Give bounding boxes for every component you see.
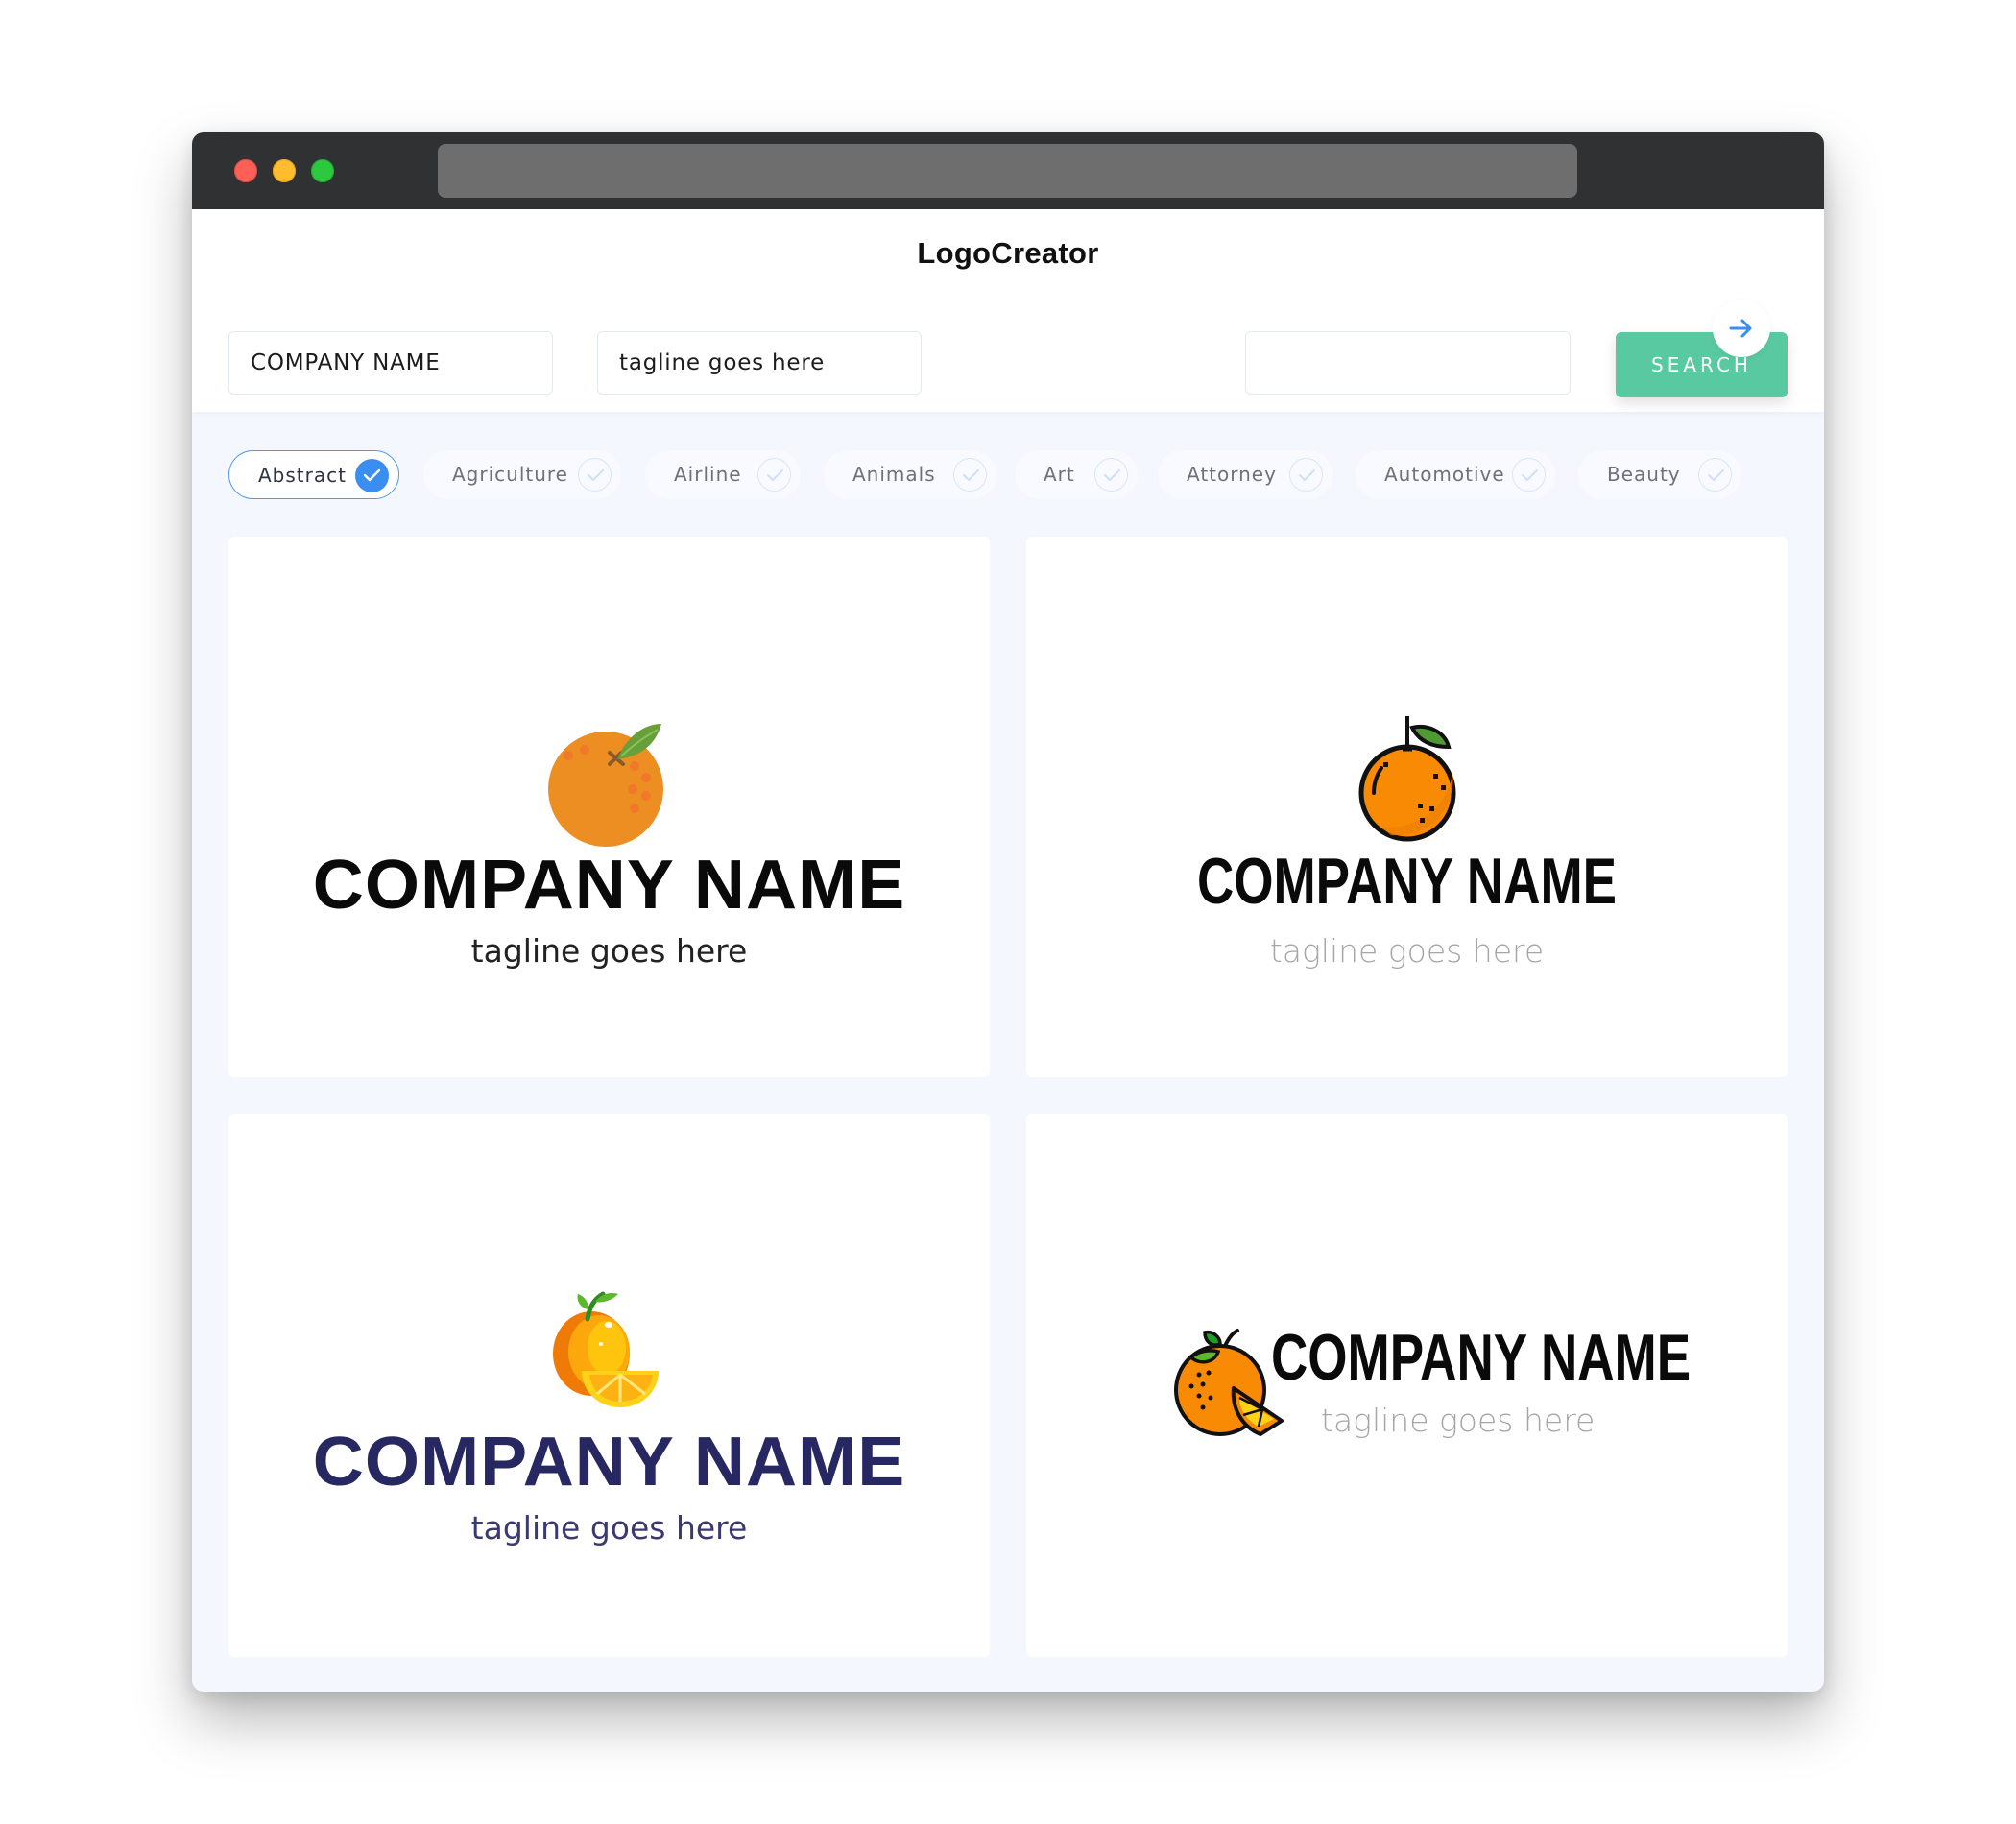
company-name-text: COMPANY NAME (312, 847, 906, 924)
tagline-text: tagline goes here (1269, 932, 1545, 970)
category-label: Beauty (1607, 463, 1681, 486)
company-name-text: COMPANY NAME (1271, 1321, 1692, 1394)
browser-window: LogoCreator SEARCH Abstract Agriculture … (192, 132, 1824, 1692)
orange-with-slice-icon (553, 1291, 659, 1407)
tagline-text: tagline goes here (1321, 1402, 1596, 1439)
site-header: LogoCreator (192, 209, 1824, 308)
logo-card[interactable]: COMPANY NAME tagline goes here (228, 537, 990, 1077)
category-label: Agriculture (452, 463, 568, 486)
category-label: Animals (852, 463, 936, 486)
category-chip-automotive[interactable]: Automotive (1356, 450, 1555, 499)
outlined-orange-icon (1358, 716, 1456, 842)
check-icon (578, 458, 612, 492)
company-name-text: COMPANY NAME (312, 1424, 906, 1500)
category-chip-art[interactable]: Art (1015, 450, 1138, 499)
category-chip-airline[interactable]: Airline (645, 450, 801, 499)
category-chip-beauty[interactable]: Beauty (1578, 450, 1741, 499)
brand-logo[interactable]: LogoCreator (192, 236, 1824, 271)
check-icon (1512, 458, 1546, 492)
check-icon (1698, 458, 1732, 492)
next-categories-button[interactable] (1713, 300, 1770, 357)
category-label: Airline (674, 463, 742, 486)
category-filter-bar: Abstract Agriculture Airline Animals Art… (192, 412, 1824, 517)
maximize-window-button[interactable] (311, 159, 334, 182)
search-bar: SEARCH (192, 308, 1824, 412)
company-name-input[interactable] (228, 331, 553, 395)
check-icon (1094, 458, 1128, 492)
minimize-window-button[interactable] (273, 159, 296, 182)
category-chip-agriculture[interactable]: Agriculture (423, 450, 621, 499)
tagline-text: tagline goes here (470, 1509, 748, 1547)
title-bar (192, 132, 1824, 209)
category-label: Attorney (1187, 463, 1277, 486)
address-bar[interactable] (438, 144, 1577, 198)
close-window-button[interactable] (234, 159, 257, 182)
logo-card[interactable]: COMPANY NAME tagline goes here (228, 1114, 990, 1657)
check-icon (757, 458, 791, 492)
logo-card[interactable]: COMPANY NAME tagline goes here (1026, 537, 1788, 1077)
category-chip-abstract[interactable]: Abstract (228, 450, 399, 499)
category-chip-animals[interactable]: Animals (824, 450, 996, 499)
check-icon (1289, 458, 1323, 492)
logo-card[interactable]: COMPANY NAME tagline goes here (1026, 1114, 1788, 1657)
category-label: Automotive (1384, 463, 1505, 486)
company-name-text: COMPANY NAME (1196, 845, 1618, 918)
check-icon (355, 459, 389, 492)
orange-with-leaf-icon (548, 724, 663, 847)
keyword-input[interactable] (1245, 331, 1571, 395)
tagline-input[interactable] (597, 331, 922, 395)
tagline-text: tagline goes here (470, 932, 748, 970)
check-icon (953, 458, 987, 492)
category-label: Abstract (258, 464, 347, 487)
category-label: Art (1044, 463, 1075, 486)
category-chip-attorney[interactable]: Attorney (1158, 450, 1332, 499)
